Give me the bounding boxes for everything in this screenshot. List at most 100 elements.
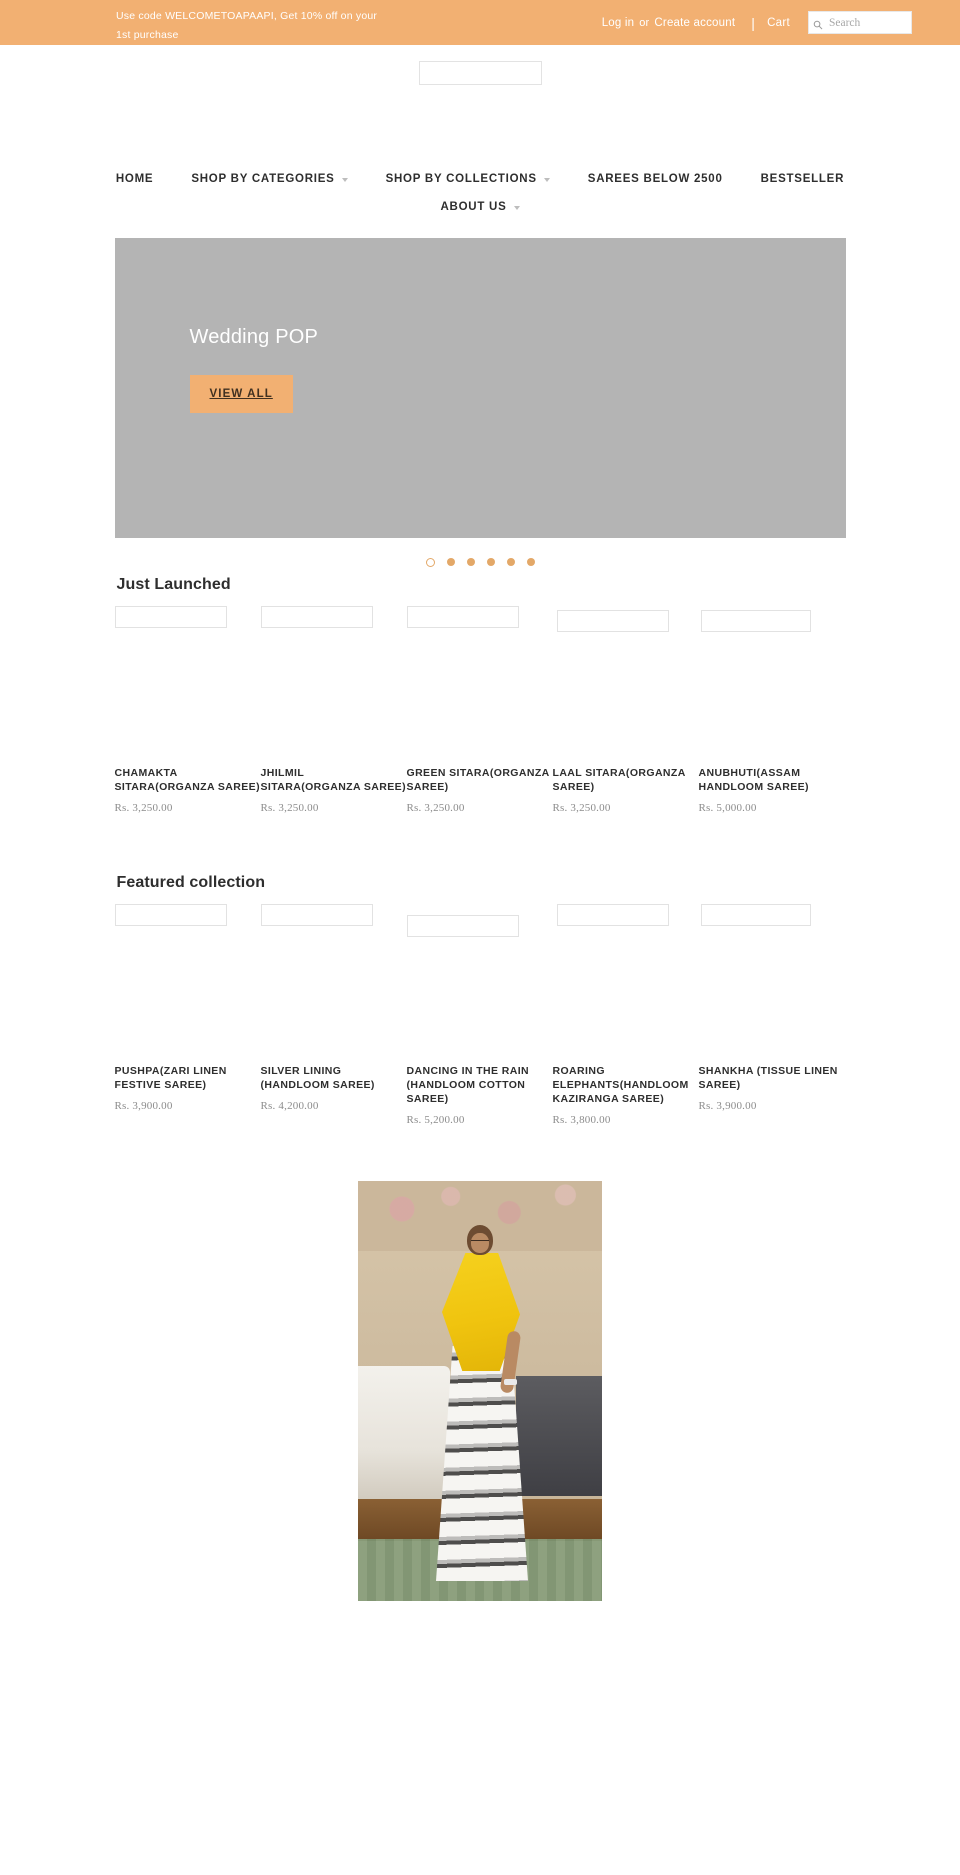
section-just-launched: Just Launched CHAMAKTA SITARA(ORGANZA SA… (114, 576, 846, 814)
search-icon[interactable] (812, 20, 824, 32)
product-price: Rs. 3,250.00 (552, 802, 611, 814)
product-image[interactable] (260, 606, 407, 766)
search-input[interactable] (809, 15, 911, 30)
image-placeholder (700, 904, 811, 926)
product-title[interactable]: SHANKHA (TISSUE LINEN SAREE) (699, 1064, 845, 1092)
product-info: PUSHPA(ZARI LINEN FESTIVE SAREE) Rs. 3,9… (115, 1064, 261, 1112)
product-info: GREEN SITARA(ORGANZA SAREE) Rs. 3,250.00 (407, 766, 553, 814)
create-account-link[interactable]: Create account (654, 17, 735, 29)
image-placeholder (406, 606, 519, 628)
utility-bar-right: Log in or Create account | Cart (602, 0, 960, 45)
product-info: JHILMIL SITARA(ORGANZA SAREE) Rs. 3,250.… (261, 766, 407, 814)
product-price: Rs. 3,250.00 (260, 802, 319, 814)
product-price: Rs. 5,000.00 (698, 802, 757, 814)
product-info: CHAMAKTA SITARA(ORGANZA SAREE) Rs. 3,250… (115, 766, 261, 814)
product-title[interactable]: GREEN SITARA(ORGANZA SAREE) (407, 766, 553, 794)
product-price: Rs. 3,900.00 (698, 1100, 757, 1112)
carousel-dot-1[interactable] (425, 558, 435, 567)
product-title[interactable]: ANUBHUTI(ASSAM HANDLOOM SAREE) (699, 766, 845, 794)
product-info: LAAL SITARA(ORGANZA SAREE) Rs. 3,250.00 (553, 766, 699, 814)
nav-row-primary: HOME SHOP BY CATEGORIES SHOP BY COLLECTI… (0, 173, 960, 185)
section-title: Just Launched (116, 576, 231, 593)
nav-label: SHOP BY CATEGORIES (191, 173, 335, 185)
promo-message: Use code WELCOMETOAPAAPI, Get 10% off on… (116, 10, 378, 41)
product-info: ROARING ELEPHANTS(HANDLOOM KAZIRANGA SAR… (553, 1064, 699, 1126)
wrist-watch (504, 1379, 517, 1385)
login-link[interactable]: Log in (602, 17, 635, 29)
product-card[interactable]: JHILMIL SITARA(ORGANZA SAREE) Rs. 3,250.… (260, 606, 407, 814)
section-featured-collection: Featured collection PUSHPA(ZARI LINEN FE… (114, 874, 846, 1126)
site-logo[interactable] (418, 61, 542, 85)
product-title[interactable]: LAAL SITARA(ORGANZA SAREE) (553, 766, 699, 794)
product-title[interactable]: ROARING ELEPHANTS(HANDLOOM KAZIRANGA SAR… (553, 1064, 699, 1106)
product-title[interactable]: JHILMIL SITARA(ORGANZA SAREE) (261, 766, 407, 794)
product-card[interactable]: ANUBHUTI(ASSAM HANDLOOM SAREE) Rs. 5,000… (699, 606, 845, 814)
chevron-down-icon (543, 178, 550, 182)
product-image[interactable] (699, 904, 845, 1064)
or-separator: or (639, 16, 650, 29)
bed-right (516, 1376, 602, 1496)
product-card[interactable]: SHANKHA (TISSUE LINEN SAREE) Rs. 3,900.0… (699, 904, 845, 1112)
nav-item-shop-by-categories[interactable]: SHOP BY CATEGORIES (172, 173, 366, 185)
divider: | (751, 14, 756, 31)
product-image[interactable] (114, 904, 261, 1064)
product-card[interactable]: SILVER LINING (HANDLOOM SAREE) Rs. 4,200… (260, 904, 407, 1112)
hero-title: Wedding POP (189, 326, 319, 348)
image-placeholder (260, 606, 373, 628)
product-title[interactable]: DANCING IN THE RAIN (HANDLOOM COTTON SAR… (407, 1064, 553, 1106)
nav-label: ABOUT US (440, 201, 507, 213)
image-placeholder (114, 904, 227, 926)
section-title: Featured collection (116, 874, 266, 891)
product-price: Rs. 3,900.00 (114, 1100, 173, 1112)
search-box[interactable] (808, 11, 912, 34)
product-image[interactable] (553, 606, 699, 766)
chevron-down-icon (513, 206, 520, 210)
product-title[interactable]: PUSHPA(ZARI LINEN FESTIVE SAREE) (115, 1064, 261, 1092)
product-image[interactable] (114, 606, 261, 766)
product-info: SILVER LINING (HANDLOOM SAREE) Rs. 4,200… (261, 1064, 407, 1112)
lifestyle-image (358, 1181, 602, 1601)
product-title[interactable]: SILVER LINING (HANDLOOM SAREE) (261, 1064, 407, 1092)
eyeglasses-icon (471, 1240, 489, 1245)
carousel-dot-4[interactable] (486, 558, 495, 566)
nav-item-about-us[interactable]: ABOUT US (421, 201, 538, 213)
product-card[interactable]: PUSHPA(ZARI LINEN FESTIVE SAREE) Rs. 3,9… (114, 904, 261, 1112)
product-info: SHANKHA (TISSUE LINEN SAREE) Rs. 3,900.0… (699, 1064, 845, 1112)
cart-link[interactable]: Cart (767, 17, 790, 29)
product-image[interactable] (553, 904, 699, 1064)
image-placeholder (556, 610, 669, 632)
image-placeholder (406, 915, 519, 937)
header-logo-area (0, 45, 960, 165)
nav-label: BESTSELLER (760, 173, 845, 185)
nav-label: SHOP BY COLLECTIONS (385, 173, 537, 185)
product-price: Rs. 3,250.00 (114, 802, 173, 814)
product-card[interactable]: LAAL SITARA(ORGANZA SAREE) Rs. 3,250.00 (553, 606, 699, 814)
image-placeholder (700, 610, 811, 632)
product-image[interactable] (260, 904, 407, 1064)
bed-pillow-left (358, 1366, 450, 1506)
product-card[interactable]: CHAMAKTA SITARA(ORGANZA SAREE) Rs. 3,250… (114, 606, 261, 814)
carousel-dot-2[interactable] (446, 558, 455, 566)
product-card[interactable]: DANCING IN THE RAIN (HANDLOOM COTTON SAR… (406, 904, 553, 1126)
carousel-dot-3[interactable] (466, 558, 475, 566)
chevron-down-icon (341, 178, 348, 182)
carousel-dots (115, 558, 846, 567)
product-price: Rs. 4,200.00 (260, 1100, 319, 1112)
nav-row-secondary: ABOUT US (0, 201, 960, 213)
main-navigation: HOME SHOP BY CATEGORIES SHOP BY COLLECTI… (0, 165, 960, 213)
nav-item-shop-by-collections[interactable]: SHOP BY COLLECTIONS (367, 173, 569, 185)
product-card[interactable]: ROARING ELEPHANTS(HANDLOOM KAZIRANGA SAR… (553, 904, 699, 1126)
nav-item-bestseller[interactable]: BESTSELLER (742, 173, 864, 185)
carousel-dot-5[interactable] (506, 558, 515, 566)
product-info: ANUBHUTI(ASSAM HANDLOOM SAREE) Rs. 5,000… (699, 766, 845, 814)
hero-view-all-button[interactable]: VIEW ALL (189, 375, 293, 413)
nav-item-sarees-below-2500[interactable]: SAREES BELOW 2500 (569, 173, 742, 185)
carousel-dot-6[interactable] (526, 558, 535, 566)
product-price: Rs. 3,250.00 (406, 802, 465, 814)
product-image[interactable] (406, 606, 553, 766)
product-image[interactable] (406, 904, 553, 1064)
product-card[interactable]: GREEN SITARA(ORGANZA SAREE) Rs. 3,250.00 (406, 606, 553, 814)
nav-item-home[interactable]: HOME (97, 173, 173, 185)
product-title[interactable]: CHAMAKTA SITARA(ORGANZA SAREE) (115, 766, 261, 794)
product-image[interactable] (699, 606, 845, 766)
